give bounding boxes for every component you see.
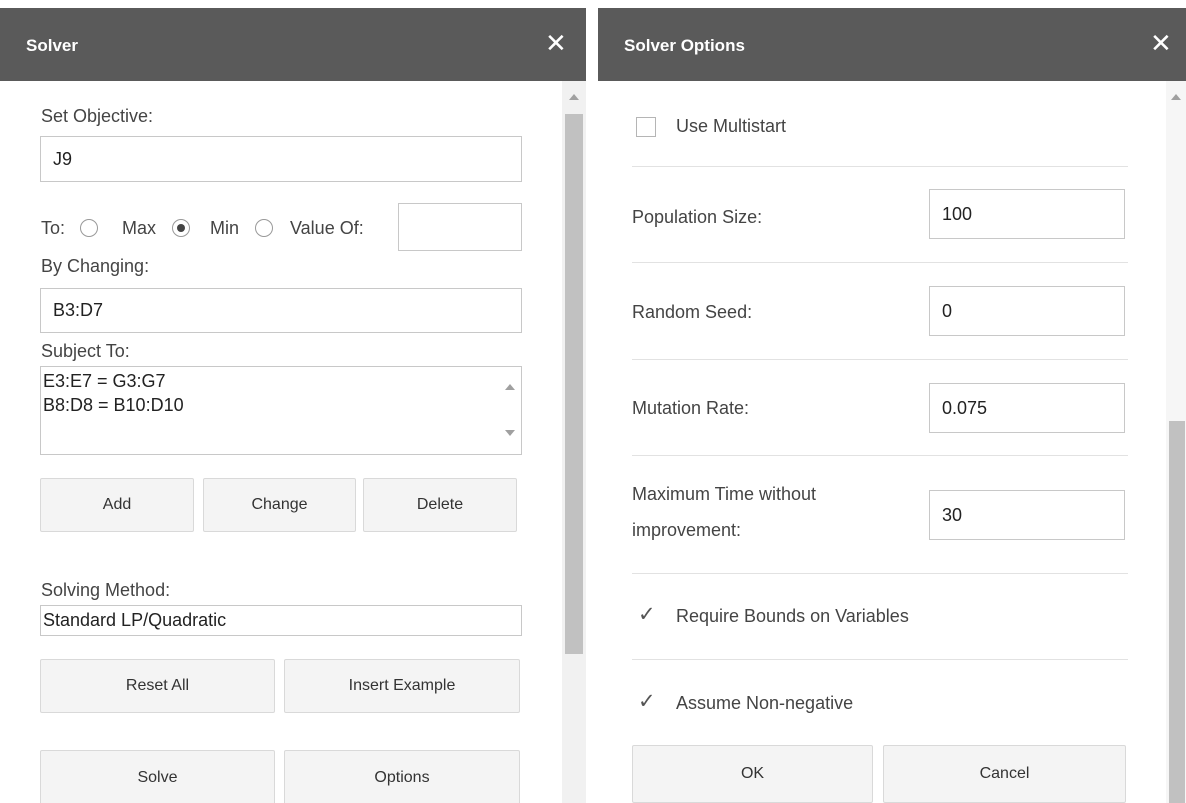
change-button[interactable]: Change (203, 478, 356, 532)
reset-all-button[interactable]: Reset All (40, 659, 275, 713)
solver-options-panel: Solver Options ✕ Use Multistart Populati… (598, 0, 1186, 803)
max-radio[interactable] (80, 219, 98, 237)
solver-scrollbar[interactable] (562, 81, 586, 803)
scroll-thumb[interactable] (1169, 421, 1185, 803)
assume-nonneg-label: Assume Non-negative (676, 693, 854, 713)
constraints-scrollbar[interactable] (500, 368, 520, 453)
delete-button[interactable]: Delete (363, 478, 517, 532)
subject-to-label: Subject To: (41, 341, 130, 361)
random-seed-input[interactable]: 0 (929, 286, 1125, 336)
divider (632, 455, 1128, 456)
constraints-list[interactable]: E3:E7 = G3:G7 B8:D8 = B10:D10 (40, 366, 522, 455)
divider (632, 659, 1128, 660)
divider (632, 262, 1128, 263)
solver-panel: Solver ✕ Set Objective: J9 To: Max Min V… (0, 0, 586, 803)
solve-button[interactable]: Solve (40, 750, 275, 803)
divider (632, 573, 1128, 574)
close-icon[interactable]: ✕ (1150, 30, 1172, 56)
constraint-item[interactable]: B8:D8 = B10:D10 (43, 395, 184, 416)
ok-button[interactable]: OK (632, 745, 873, 803)
require-bounds-label: Require Bounds on Variables (676, 606, 909, 626)
max-label: Max (122, 218, 157, 238)
options-scrollbar[interactable] (1166, 81, 1186, 803)
by-changing-input[interactable]: B3:D7 (40, 288, 522, 333)
options-button[interactable]: Options (284, 750, 520, 803)
value-of-input[interactable] (398, 203, 522, 251)
population-size-label: Population Size: (632, 207, 763, 227)
use-multistart-label: Use Multistart (676, 116, 787, 136)
scroll-down-icon[interactable] (505, 430, 515, 436)
use-multistart-checkbox[interactable] (636, 117, 656, 137)
mutation-rate-label: Mutation Rate: (632, 398, 750, 418)
solving-method-label: Solving Method: (41, 580, 171, 600)
min-radio[interactable] (172, 219, 190, 237)
to-label: To: (41, 218, 66, 238)
constraint-item[interactable]: E3:E7 = G3:G7 (43, 371, 166, 392)
insert-example-button[interactable]: Insert Example (284, 659, 520, 713)
scroll-up-icon[interactable] (505, 384, 515, 390)
max-time-label: Maximum Time without (632, 484, 817, 504)
value-of-label: Value Of: (290, 218, 364, 238)
options-titlebar: Solver Options ✕ (598, 8, 1186, 81)
close-icon[interactable]: ✕ (545, 30, 567, 56)
options-title: Solver Options (624, 36, 745, 55)
random-seed-label: Random Seed: (632, 302, 753, 322)
solver-title: Solver (26, 36, 78, 55)
solver-titlebar: Solver ✕ (0, 8, 586, 81)
cancel-button[interactable]: Cancel (883, 745, 1126, 803)
value-of-radio[interactable] (255, 219, 273, 237)
divider (632, 359, 1128, 360)
scroll-up-icon[interactable] (569, 94, 579, 100)
by-changing-label: By Changing: (41, 256, 150, 276)
mutation-rate-input[interactable]: 0.075 (929, 383, 1125, 433)
min-label: Min (210, 218, 240, 238)
population-size-input[interactable]: 100 (929, 189, 1125, 239)
solving-method-select[interactable]: Standard LP/Quadratic (40, 605, 522, 636)
set-objective-label: Set Objective: (41, 106, 154, 126)
add-button[interactable]: Add (40, 478, 194, 532)
divider (632, 166, 1128, 167)
scroll-up-icon[interactable] (1171, 94, 1181, 100)
scroll-thumb[interactable] (565, 114, 583, 654)
objective-input[interactable]: J9 (40, 136, 522, 182)
max-time-input[interactable]: 30 (929, 490, 1125, 540)
checkmark-icon[interactable]: ✓ (638, 691, 656, 712)
max-time-label-cont: improvement: (632, 520, 742, 540)
checkmark-icon[interactable]: ✓ (638, 604, 656, 625)
